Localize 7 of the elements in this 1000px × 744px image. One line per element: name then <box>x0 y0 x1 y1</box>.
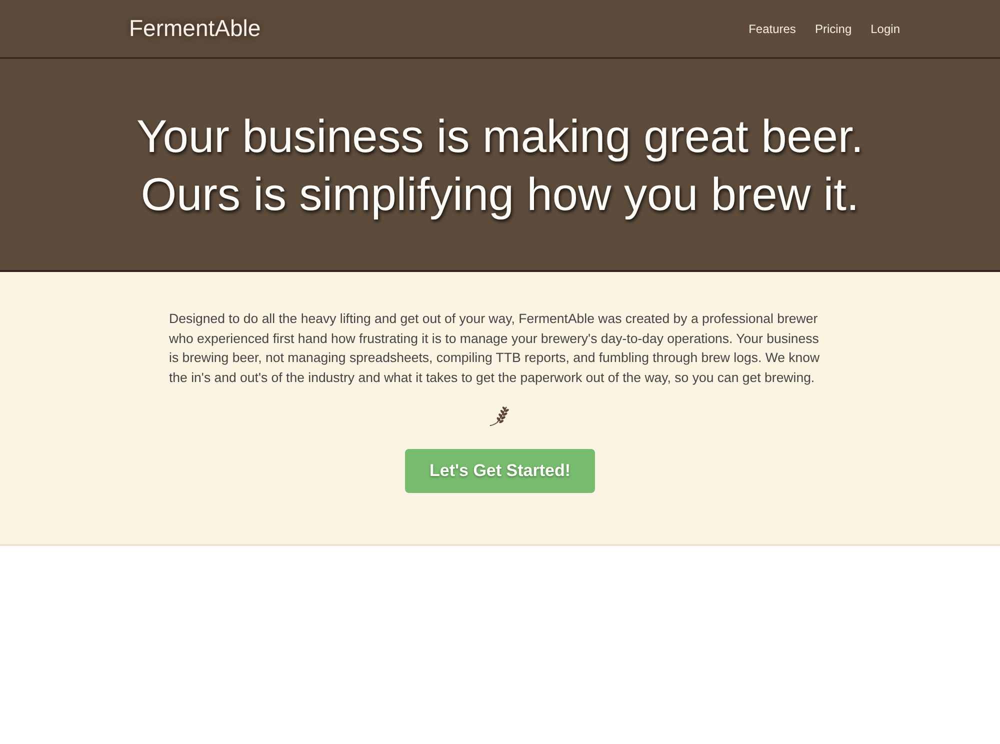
wheat-icon <box>489 405 511 427</box>
hero-headline: Your business is making great beer. Ours is simplifying how you brew it. <box>136 108 864 222</box>
nav-link[interactable]: Features <box>748 22 796 36</box>
nav-link[interactable]: Pricing <box>814 22 852 36</box>
brand-logo[interactable]: FermentAble <box>129 15 261 42</box>
nav-link[interactable]: Login <box>870 22 900 36</box>
intro-paragraph: Designed to do all the heavy lifting and get out of your way, FermentAble was created by a professional brewer who experienced first hand how frustrating it is to manage your brewery's day-to-day operations. Your business is brewing beer, not managing spreadsheets, compiling TTB reports, and fumbling through brew logs. We know the in's and out's of the industry and what it takes to get the paperwork out of the way, so you can get brewing. <box>169 310 821 387</box>
